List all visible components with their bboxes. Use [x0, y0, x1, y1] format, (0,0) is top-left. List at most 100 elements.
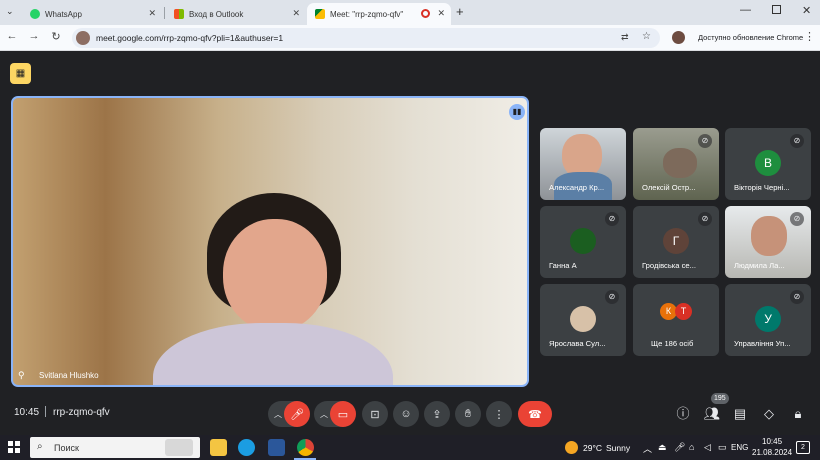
participant-name: Ще 186 осіб: [651, 339, 694, 348]
participant-name: Людмила Ла...: [734, 261, 785, 270]
pelican-icon: [165, 439, 193, 456]
reload-button[interactable]: ↻: [48, 30, 64, 43]
menu-icon[interactable]: ⋮: [804, 30, 815, 43]
edge-icon[interactable]: [238, 439, 255, 456]
weather-desc[interactable]: Sunny: [606, 443, 630, 453]
leave-call-button[interactable]: ☎︎: [518, 401, 552, 427]
forward-button[interactable]: →: [26, 30, 42, 42]
participant-tile[interactable]: ⊘ Ганна А: [540, 206, 626, 278]
people-count-badge: 195: [711, 393, 729, 404]
tab-strip: ⌄ WhatsApp ✕ Вход в Outlook ✕ Meet: "rrp…: [0, 0, 820, 25]
address-bar[interactable]: meet.google.com/rrp-zqmo-qfv?pli=1&authu…: [72, 28, 660, 48]
volume-icon[interactable]: ◁: [704, 442, 711, 453]
participant-name: Вікторія Черні...: [734, 183, 790, 192]
tab-search-chevron-icon[interactable]: ⌄: [6, 6, 14, 17]
close-icon[interactable]: ✕: [437, 8, 445, 19]
url-text[interactable]: meet.google.com/rrp-zqmo-qfv?pli=1&authu…: [96, 33, 283, 43]
participant-name: Управління Уп...: [734, 339, 791, 348]
participant-avatar: У: [755, 306, 781, 332]
caption-off-icon[interactable]: ▦: [10, 63, 31, 84]
participant-photo: [570, 228, 596, 254]
speaker-pin-icon: ⚲: [18, 370, 25, 380]
participant-tile-more[interactable]: К Т Ще 186 осіб: [633, 284, 719, 356]
profile-avatar[interactable]: [672, 31, 685, 44]
whatsapp-icon: [30, 9, 40, 19]
weather-icon[interactable]: [565, 441, 578, 454]
captions-button[interactable]: ⊡: [362, 401, 388, 427]
more-options-button[interactable]: ⋮: [486, 401, 512, 427]
speaker-face: [223, 219, 327, 331]
tab-outlook[interactable]: Вход в Outlook ✕: [166, 3, 306, 25]
chat-icon[interactable]: ▤: [730, 404, 750, 424]
recording-icon: [421, 9, 430, 18]
meeting-code: rrp-zqmo-qfv: [53, 407, 110, 418]
participant-tile[interactable]: Г ⊘ Гродівська се...: [633, 206, 719, 278]
search-placeholder: Поиск: [54, 443, 79, 453]
speaker-name: Svitlana Hlushko: [39, 371, 99, 380]
participant-tile[interactable]: В ⊘ Вікторія Черні...: [725, 128, 811, 200]
windows-start-icon[interactable]: [8, 441, 20, 453]
network-icon[interactable]: ⌂: [689, 442, 694, 452]
info-icon[interactable]: ⓘ: [673, 404, 693, 424]
microsoft-icon: [174, 9, 184, 19]
clock-time[interactable]: 10:45: [762, 437, 782, 446]
close-icon[interactable]: ✕: [148, 8, 156, 19]
update-label: Доступно обновление Chrome: [698, 33, 804, 42]
mic-off-icon: ⊘: [605, 290, 619, 304]
close-window-button[interactable]: ✕: [802, 4, 811, 17]
participant-avatar: Г: [663, 228, 689, 254]
mic-off-icon: ⊘: [698, 212, 712, 226]
mic-tray-icon[interactable]: 🎤︎: [674, 442, 685, 453]
update-chrome-button[interactable]: Доступно обновление Chrome: [692, 29, 810, 47]
file-explorer-icon[interactable]: [210, 439, 227, 456]
site-info-icon[interactable]: [76, 31, 90, 45]
word-icon[interactable]: [268, 439, 285, 456]
back-button[interactable]: ←: [4, 30, 20, 42]
participant-name: Олексій Остр...: [642, 183, 696, 192]
emoji-button[interactable]: ☺: [393, 401, 419, 427]
participant-video: [751, 216, 787, 256]
mic-toggle-button[interactable]: 🎤︎: [284, 401, 310, 427]
participant-name: Ярослава Сул...: [549, 339, 606, 348]
chevron-up-icon[interactable]: ︿: [320, 409, 328, 420]
notification-count: 2: [801, 444, 805, 451]
mic-off-icon: ⊘: [790, 290, 804, 304]
participant-tile[interactable]: У ⊘ Управління Уп...: [725, 284, 811, 356]
tab-title: Meet: "rrp-zqmo-qfv": [330, 9, 404, 19]
tray-chevron-icon[interactable]: ︿: [643, 442, 652, 455]
participant-tile[interactable]: ⊘ Ярослава Сул...: [540, 284, 626, 356]
raise-hand-button[interactable]: ✋︎: [455, 401, 481, 427]
notification-icon[interactable]: 2: [796, 441, 810, 454]
battery-icon[interactable]: ▭: [718, 442, 727, 453]
microphone-tray-icon[interactable]: ⏏: [658, 442, 667, 453]
tab-title: WhatsApp: [45, 9, 82, 19]
minimize-button[interactable]: —: [740, 4, 751, 16]
chevron-up-icon[interactable]: ︿: [274, 409, 282, 420]
main-speaker-video[interactable]: ▮▮ ⚲ Svitlana Hlushko: [11, 96, 529, 387]
taskbar-search[interactable]: ⌕ Поиск: [30, 437, 200, 458]
translate-icon[interactable]: ⇄: [621, 32, 629, 43]
participant-avatar: В: [755, 150, 781, 176]
mic-off-icon: ⊘: [605, 212, 619, 226]
chrome-icon[interactable]: [297, 439, 314, 456]
close-icon[interactable]: ✕: [292, 8, 300, 19]
speaker-figure: [153, 193, 393, 385]
bookmark-star-icon[interactable]: ☆: [642, 31, 651, 42]
clock-date[interactable]: 21.08.2024: [752, 448, 792, 457]
camera-toggle-button[interactable]: ▭: [330, 401, 356, 427]
language-indicator[interactable]: ENG: [731, 443, 748, 452]
search-icon: ⌕: [37, 441, 43, 452]
weather-temp[interactable]: 29°C: [583, 443, 602, 453]
host-controls-icon[interactable]: 🔒︎: [788, 404, 808, 424]
present-button[interactable]: ⇪: [424, 401, 450, 427]
participant-tile[interactable]: ⊘ Людмила Ла...: [725, 206, 811, 278]
tab-meet[interactable]: Meet: "rrp-zqmo-qfv" ✕: [307, 3, 451, 25]
activities-icon[interactable]: ◇: [759, 404, 779, 424]
restore-button[interactable]: [772, 5, 781, 14]
tab-whatsapp[interactable]: WhatsApp ✕: [22, 3, 162, 25]
participant-tile[interactable]: Александр Кр...: [540, 128, 626, 200]
participant-tile[interactable]: ⊘ Олексій Остр...: [633, 128, 719, 200]
new-tab-button[interactable]: +: [456, 4, 464, 19]
meeting-separator: [45, 406, 46, 417]
people-icon[interactable]: 👥︎: [702, 404, 722, 424]
